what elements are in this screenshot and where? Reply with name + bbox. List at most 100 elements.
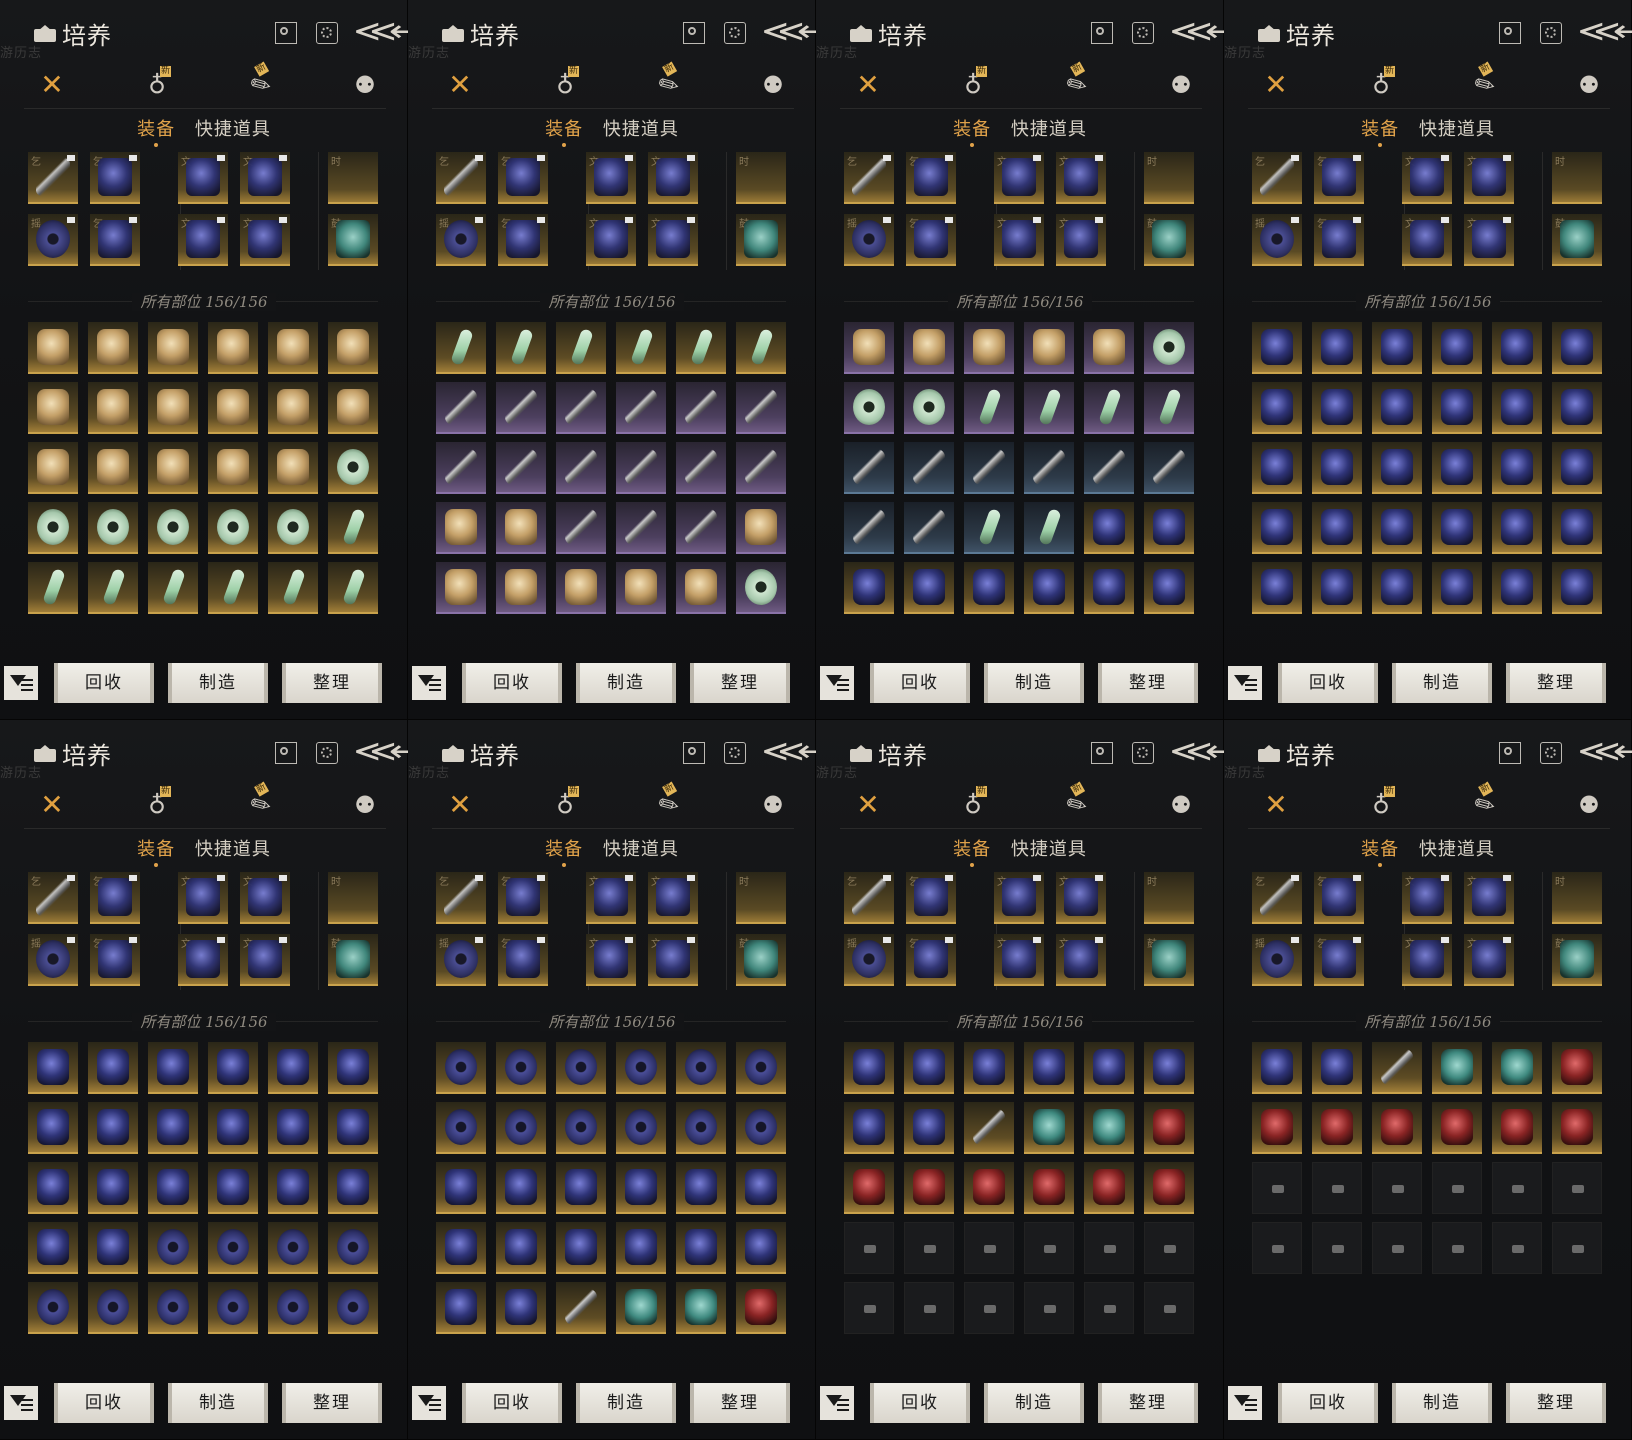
inventory-slot[interactable] — [28, 1222, 78, 1274]
equipped-slot[interactable]: 文 — [1056, 872, 1106, 924]
search-icon[interactable] — [1499, 742, 1521, 764]
inventory-slot[interactable] — [964, 382, 1014, 434]
equipped-slot[interactable]: 摇 — [28, 934, 78, 986]
equipped-slot[interactable]: 文 — [994, 214, 1044, 266]
inventory-slot[interactable] — [328, 1162, 378, 1214]
inventory-slot[interactable] — [676, 1042, 726, 1094]
equipped-slot[interactable]: 文 — [1402, 152, 1452, 204]
equipped-slot[interactable]: 乞 — [906, 872, 956, 924]
inventory-slot[interactable] — [676, 1162, 726, 1214]
equipped-slot[interactable]: 乞 — [1314, 872, 1364, 924]
inventory-slot[interactable] — [1312, 382, 1362, 434]
inventory-slot[interactable] — [1084, 502, 1134, 554]
inventory-slot[interactable] — [964, 502, 1014, 554]
equipped-slot[interactable]: 乞 — [28, 152, 78, 204]
inventory-slot[interactable] — [328, 502, 378, 554]
inventory-slot[interactable] — [328, 562, 378, 614]
inventory-slot[interactable] — [1312, 322, 1362, 374]
equipped-slot[interactable]: 摇 — [28, 214, 78, 266]
inventory-slot[interactable] — [1144, 382, 1194, 434]
tab-quick-items[interactable]: 快捷道具 — [603, 835, 679, 861]
back-arrow-icon[interactable]: ≪← — [1577, 14, 1632, 49]
inventory-slot[interactable] — [556, 562, 606, 614]
craft-button[interactable]: 制造 — [1392, 1383, 1492, 1423]
tab-quick-items[interactable]: 快捷道具 — [195, 115, 271, 141]
search-icon[interactable] — [275, 22, 297, 44]
inventory-slot[interactable] — [208, 382, 258, 434]
tab-token[interactable]: ⚉ — [1574, 790, 1604, 820]
inventory-slot[interactable] — [616, 322, 666, 374]
equipped-slot[interactable]: 乞 — [90, 934, 140, 986]
equipped-slot[interactable]: 文 — [1464, 152, 1514, 204]
inventory-slot[interactable] — [1144, 322, 1194, 374]
equipped-slot[interactable]: 乞 — [1314, 934, 1364, 986]
inventory-slot[interactable] — [88, 382, 138, 434]
inventory-slot[interactable] — [676, 1282, 726, 1334]
tab-token[interactable]: ⚉ — [1166, 790, 1196, 820]
inventory-slot[interactable] — [1024, 382, 1074, 434]
tab-pouch[interactable]: ♁ 新 — [958, 786, 988, 820]
tab-token[interactable]: ⚉ — [350, 790, 380, 820]
tab-token[interactable]: ⚉ — [758, 790, 788, 820]
inventory-slot[interactable] — [1492, 382, 1542, 434]
tab-quick-items[interactable]: 快捷道具 — [1011, 835, 1087, 861]
tab-equipment[interactable]: ✕ — [1261, 70, 1291, 100]
inventory-slot[interactable] — [268, 502, 318, 554]
filter-icon[interactable] — [820, 1386, 854, 1420]
inventory-slot[interactable] — [268, 442, 318, 494]
inventory-slot[interactable] — [1144, 1042, 1194, 1094]
equipped-slot[interactable]: 时 — [1552, 872, 1602, 924]
inventory-slot[interactable] — [1552, 1102, 1602, 1154]
inventory-slot[interactable] — [28, 562, 78, 614]
equipped-slot[interactable]: 摇 — [1252, 934, 1302, 986]
inventory-slot[interactable] — [1432, 442, 1482, 494]
inventory-slot[interactable] — [328, 1222, 378, 1274]
tab-pouch[interactable]: ♁ 新 — [1366, 66, 1396, 100]
tab-pouch[interactable]: ♁ 新 — [1366, 786, 1396, 820]
inventory-slot[interactable] — [436, 1042, 486, 1094]
inventory-slot[interactable] — [496, 1162, 546, 1214]
inventory-slot[interactable] — [208, 1162, 258, 1214]
inventory-slot[interactable] — [1552, 1042, 1602, 1094]
inventory-slot[interactable] — [1144, 1102, 1194, 1154]
tab-scroll[interactable]: ✎ 新 — [1057, 61, 1098, 106]
inventory-slot[interactable] — [1432, 322, 1482, 374]
equipped-slot[interactable]: 乞 — [1252, 152, 1302, 204]
equipped-slot[interactable]: 乞 — [844, 152, 894, 204]
inventory-slot[interactable] — [1024, 322, 1074, 374]
inventory-slot[interactable] — [1084, 1042, 1134, 1094]
inventory-slot[interactable] — [616, 1102, 666, 1154]
inventory-slot[interactable] — [904, 562, 954, 614]
inventory-slot[interactable] — [964, 1102, 1014, 1154]
tab-scroll[interactable]: ✎ 新 — [649, 61, 690, 106]
gear-icon[interactable] — [1132, 22, 1154, 44]
inventory-slot[interactable] — [616, 1162, 666, 1214]
inventory-slot[interactable] — [436, 1222, 486, 1274]
equipped-slot[interactable]: 摇 — [436, 934, 486, 986]
inventory-slot[interactable] — [1252, 322, 1302, 374]
recycle-button[interactable]: 回收 — [870, 663, 970, 703]
equipped-slot[interactable]: 乞 — [90, 152, 140, 204]
equipped-slot[interactable]: 时 — [1144, 872, 1194, 924]
inventory-slot[interactable] — [1252, 382, 1302, 434]
tab-equipment-sub[interactable]: 装备 — [1361, 835, 1399, 861]
equipped-slot[interactable]: 文 — [586, 872, 636, 924]
search-icon[interactable] — [1499, 22, 1521, 44]
tab-scroll[interactable]: ✎ 新 — [1465, 61, 1506, 106]
equipped-slot[interactable]: 鼓 — [1144, 934, 1194, 986]
inventory-slot[interactable] — [1552, 382, 1602, 434]
equipped-slot[interactable]: 文 — [178, 934, 228, 986]
tab-quick-items[interactable]: 快捷道具 — [1419, 835, 1495, 861]
equipped-slot[interactable]: 文 — [648, 152, 698, 204]
inventory-slot[interactable] — [28, 1162, 78, 1214]
back-arrow-icon[interactable]: ≪← — [1169, 14, 1224, 49]
equipped-slot[interactable]: 乞 — [90, 214, 140, 266]
back-arrow-icon[interactable]: ≪← — [1577, 734, 1632, 769]
tab-equipment[interactable]: ✕ — [853, 70, 883, 100]
filter-icon[interactable] — [412, 1386, 446, 1420]
equipped-slot[interactable]: 乞 — [1314, 152, 1364, 204]
inventory-slot[interactable] — [148, 502, 198, 554]
inventory-slot[interactable] — [208, 1042, 258, 1094]
tab-equipment-sub[interactable]: 装备 — [545, 115, 583, 141]
inventory-slot[interactable] — [1492, 562, 1542, 614]
